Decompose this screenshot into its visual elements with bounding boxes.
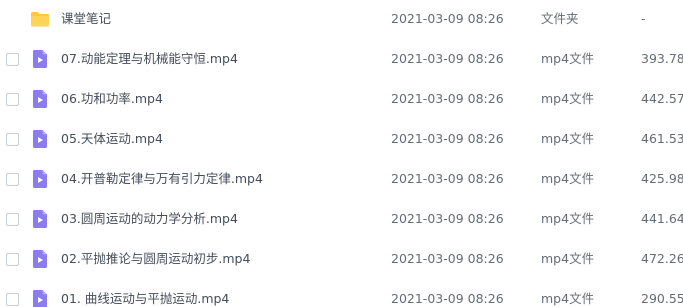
file-modified: 2021-03-09 08:26 — [391, 211, 504, 226]
file-type: mp4文件 — [541, 51, 595, 66]
row-checkbox[interactable] — [6, 213, 19, 226]
file-size: 425.98M — [641, 171, 683, 186]
file-size: 442.57M — [641, 91, 683, 106]
file-modified: 2021-03-09 08:26 — [391, 11, 504, 26]
file-row-0[interactable]: 课堂笔记 2021-03-09 08:26 文件夹 - — [0, 0, 683, 40]
video-file-icon — [30, 249, 50, 269]
file-modified: 2021-03-09 08:26 — [391, 51, 504, 66]
row-checkbox[interactable] — [6, 53, 19, 66]
file-type: mp4文件 — [541, 131, 595, 146]
file-type: mp4文件 — [541, 291, 595, 306]
row-checkbox[interactable] — [6, 293, 19, 306]
row-checkbox[interactable] — [6, 173, 19, 186]
file-name[interactable]: 05.天体运动.mp4 — [61, 131, 163, 147]
file-row-2[interactable]: 06.功和功率.mp4 2021-03-09 08:26 mp4文件 442.5… — [0, 80, 683, 120]
file-row-4[interactable]: 04.开普勒定律与万有引力定律.mp4 2021-03-09 08:26 mp4… — [0, 160, 683, 200]
file-size: - — [641, 11, 646, 26]
file-name[interactable]: 03.圆周运动的动力学分析.mp4 — [61, 211, 238, 227]
file-row-1[interactable]: 07.动能定理与机械能守恒.mp4 2021-03-09 08:26 mp4文件… — [0, 40, 683, 80]
file-row-7[interactable]: 01. 曲线运动与平抛运动.mp4 2021-03-09 08:26 mp4文件… — [0, 280, 683, 307]
file-row-6[interactable]: 02.平抛推论与圆周运动初步.mp4 2021-03-09 08:26 mp4文… — [0, 240, 683, 280]
video-file-icon — [30, 209, 50, 229]
file-modified: 2021-03-09 08:26 — [391, 251, 504, 266]
file-modified: 2021-03-09 08:26 — [391, 291, 504, 306]
file-type: mp4文件 — [541, 211, 595, 226]
row-checkbox[interactable] — [6, 133, 19, 146]
file-name[interactable]: 02.平抛推论与圆周运动初步.mp4 — [61, 251, 250, 267]
file-list: 课堂笔记 2021-03-09 08:26 文件夹 - 07.动能定理与机械能守… — [0, 0, 683, 307]
file-modified: 2021-03-09 08:26 — [391, 171, 504, 186]
file-name[interactable]: 01. 曲线运动与平抛运动.mp4 — [61, 291, 229, 307]
video-file-icon — [30, 129, 50, 149]
file-size: 472.26M — [641, 251, 683, 266]
file-size: 441.64M — [641, 211, 683, 226]
video-file-icon — [30, 169, 50, 189]
folder-icon — [30, 9, 50, 29]
file-type: mp4文件 — [541, 251, 595, 266]
file-size: 461.53M — [641, 131, 683, 146]
file-name[interactable]: 04.开普勒定律与万有引力定律.mp4 — [61, 171, 263, 187]
file-size: 393.78M — [641, 51, 683, 66]
file-modified: 2021-03-09 08:26 — [391, 131, 504, 146]
file-size: 290.55M — [641, 291, 683, 306]
file-row-5[interactable]: 03.圆周运动的动力学分析.mp4 2021-03-09 08:26 mp4文件… — [0, 200, 683, 240]
file-modified: 2021-03-09 08:26 — [391, 91, 504, 106]
video-file-icon — [30, 49, 50, 69]
video-file-icon — [30, 89, 50, 109]
file-row-3[interactable]: 05.天体运动.mp4 2021-03-09 08:26 mp4文件 461.5… — [0, 120, 683, 160]
row-checkbox[interactable] — [6, 253, 19, 266]
file-name[interactable]: 课堂笔记 — [61, 11, 111, 27]
file-type: 文件夹 — [541, 11, 579, 26]
video-file-icon — [30, 289, 50, 307]
file-type: mp4文件 — [541, 91, 595, 106]
row-checkbox[interactable] — [6, 93, 19, 106]
file-type: mp4文件 — [541, 171, 595, 186]
file-name[interactable]: 07.动能定理与机械能守恒.mp4 — [61, 51, 238, 67]
file-name[interactable]: 06.功和功率.mp4 — [61, 91, 163, 107]
